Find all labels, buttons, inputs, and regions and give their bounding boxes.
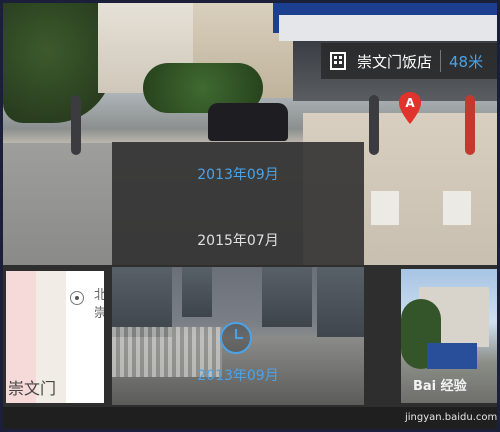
location-marker-icon[interactable]: A bbox=[398, 91, 422, 125]
booth bbox=[427, 343, 477, 369]
panorama-date: 2013年09月 bbox=[197, 368, 279, 384]
car bbox=[208, 103, 288, 141]
building bbox=[317, 267, 364, 342]
building bbox=[279, 15, 497, 41]
pedestrian bbox=[465, 95, 475, 155]
poi-label[interactable]: 崇文门饭店 48米 bbox=[321, 43, 497, 79]
building bbox=[262, 267, 312, 327]
poi-name: 崇文门饭店 bbox=[357, 52, 433, 71]
map-thumbnail[interactable]: 北崇 崇文门 bbox=[6, 271, 104, 403]
watermark-url: jingyan.baidu.com bbox=[405, 412, 498, 423]
map-place-name: 崇文门 bbox=[8, 379, 57, 398]
clock-icon[interactable] bbox=[219, 321, 253, 355]
street-view-screen: 崇文门饭店 48米 A 2013年09月 2015年07月 北崇 崇文门 bbox=[0, 0, 500, 432]
pedestrian bbox=[369, 95, 379, 155]
marker-label: A bbox=[405, 96, 415, 110]
tree bbox=[3, 3, 113, 123]
map-side-text: 北崇 bbox=[94, 287, 104, 323]
timeline-panel: 2013年09月 2015年07月 bbox=[112, 142, 364, 270]
crosswalk bbox=[371, 191, 399, 225]
building bbox=[182, 267, 212, 317]
watermark: Bai 经验 bbox=[413, 379, 467, 394]
building-icon bbox=[321, 43, 355, 79]
timeline-date-selected[interactable]: 2013年09月 bbox=[112, 164, 364, 184]
map-location-icon bbox=[70, 291, 84, 305]
crosswalk bbox=[443, 191, 471, 225]
panorama-thumbnail[interactable]: 2013年09月 bbox=[112, 267, 364, 405]
divider bbox=[440, 50, 442, 72]
poi-distance: 48米 bbox=[449, 52, 484, 71]
pedestrian bbox=[71, 95, 81, 155]
timeline-date-option[interactable]: 2015年07月 bbox=[112, 230, 364, 250]
